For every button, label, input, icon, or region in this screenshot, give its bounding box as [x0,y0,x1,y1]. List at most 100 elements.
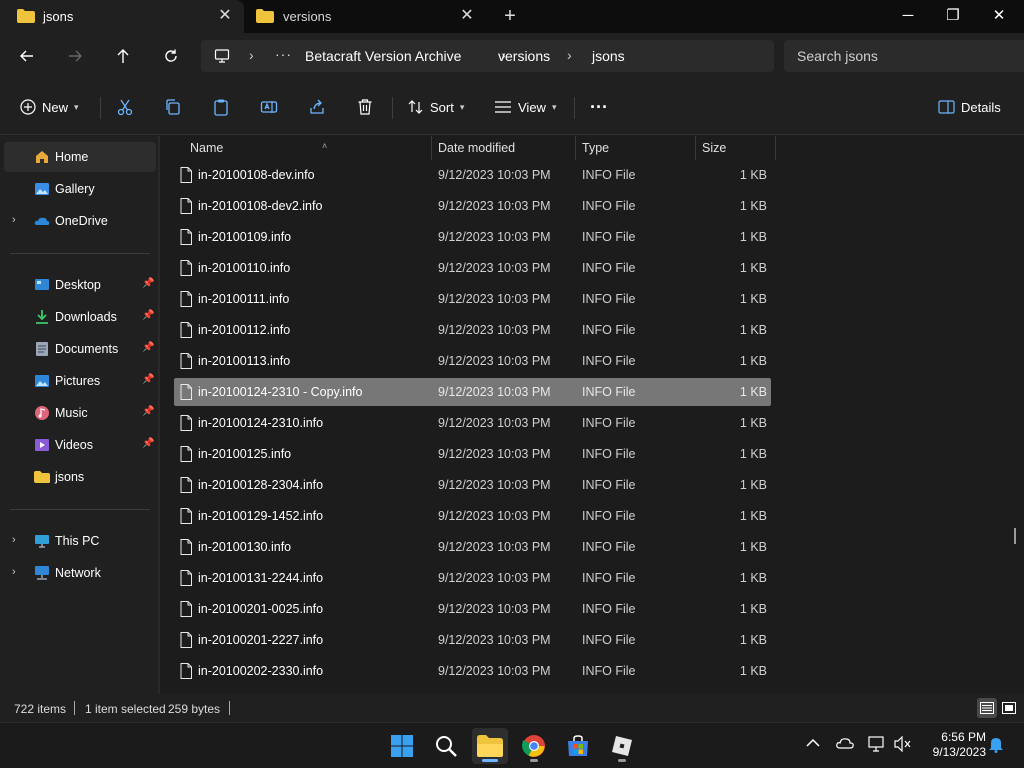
pin-icon[interactable]: 📌 [142,438,154,449]
network-tray-icon[interactable] [868,736,886,755]
search-input[interactable]: Search jsons [784,40,1024,72]
notifications-button[interactable] [988,735,1004,756]
scrollbar-thumb[interactable] [1014,528,1016,544]
file-row[interactable]: in-20100128-2304.info 9/12/2023 10:03 PM I… [174,471,771,499]
sidebar-item-downloads[interactable]: Downloads 📌 [4,302,156,332]
file-date-modified: 9/12/2023 10:03 PM [438,540,551,554]
file-row[interactable]: in-20100125.info 9/12/2023 10:03 PM INFO F… [174,440,771,468]
file-type: INFO File [582,571,636,585]
refresh-button[interactable] [158,43,184,69]
file-row[interactable]: in-20100124-2310 - Copy.info 9/12/2023 10… [174,378,771,406]
file-date-modified: 9/12/2023 10:03 PM [438,447,551,461]
file-row[interactable]: in-20100131-2244.info 9/12/2023 10:03 PM I… [174,564,771,592]
file-row[interactable]: in-20100109.info 9/12/2023 10:03 PM INFO F… [174,223,771,251]
tab-jsons[interactable]: jsons ✕ [0,0,244,33]
maximize-button[interactable]: ❐ [930,0,976,33]
volume-tray-icon[interactable] [894,735,912,755]
tiles-view-toggle[interactable] [999,698,1019,718]
file-row[interactable]: in-20100112.info 9/12/2023 10:03 PM INFO F… [174,316,771,344]
chevron-right-icon[interactable]: › [12,566,16,578]
view-button[interactable]: View ▾ [494,95,556,119]
sidebar-item-home[interactable]: Home [4,142,156,172]
file-row[interactable]: in-20100113.info 9/12/2023 10:03 PM INFO F… [174,347,771,375]
chrome-icon [522,735,545,757]
breadcrumb-overflow[interactable]: ··· [275,46,292,62]
chevron-right-icon[interactable]: › [12,534,16,546]
chevron-right-icon[interactable]: › [12,214,16,226]
copy-button[interactable] [164,95,182,119]
sidebar-item-desktop[interactable]: Desktop 📌 [4,270,156,300]
start-button[interactable] [384,728,420,764]
sidebar-item-gallery[interactable]: Gallery [4,174,156,204]
sidebar-item-network[interactable]: › Network [4,558,156,588]
column-header-name[interactable]: ˄ Name [180,136,432,160]
file-row[interactable]: in-20100108-dev.info 9/12/2023 10:03 PM IN… [174,161,771,189]
paste-button[interactable] [212,95,230,119]
sidebar-item-music[interactable]: Music 📌 [4,398,156,428]
address-bar[interactable]: › ··· Betacraft Version Archive › versio… [201,40,774,72]
file-date-modified: 9/12/2023 10:03 PM [438,199,551,213]
taskbar-file-explorer[interactable] [472,728,508,764]
taskbar-roblox[interactable] [604,728,640,764]
file-row[interactable]: in-20100130.info 9/12/2023 10:03 PM INFO F… [174,533,771,561]
pin-icon[interactable]: 📌 [142,406,154,417]
column-header-size[interactable]: Size [696,136,775,160]
sidebar-item-this-pc[interactable]: › This PC [4,526,156,556]
file-row[interactable]: in-20100110.info 9/12/2023 10:03 PM INFO F… [174,254,771,282]
file-size: 1 KB [739,447,767,461]
sidebar-item-documents[interactable]: Documents 📌 [4,334,156,364]
taskbar-store[interactable] [560,728,596,764]
minimize-button[interactable]: ─ [885,0,931,33]
cut-button[interactable] [116,95,134,119]
close-tab-icon[interactable]: ✕ [458,7,476,25]
gallery-icon [35,183,49,195]
file-row[interactable]: in-20100201-2227.info 9/12/2023 10:03 PM I… [174,626,771,654]
show-hidden-icons-button[interactable] [806,736,820,751]
search-placeholder: Search jsons [797,48,878,64]
sidebar-item-jsons[interactable]: jsons [4,462,156,492]
onedrive-tray-icon[interactable] [836,736,854,753]
close-button[interactable]: ✕ [976,0,1022,33]
sidebar-item-onedrive[interactable]: › OneDrive [4,206,156,236]
sort-button[interactable]: Sort ▾ [408,95,464,119]
pin-icon[interactable]: 📌 [142,374,154,385]
details-view-toggle[interactable] [977,698,997,718]
file-name: in-20100124-2310.info [198,416,324,430]
back-button[interactable] [14,43,40,69]
breadcrumb-betacraft[interactable]: Betacraft Version Archive [305,48,461,64]
column-header-type[interactable]: Type [576,136,695,160]
taskbar-search-button[interactable] [428,728,464,764]
up-button[interactable] [110,43,136,69]
file-row[interactable]: in-20100201-0025.info 9/12/2023 10:03 PM I… [174,595,771,623]
file-row[interactable]: in-20100108-dev2.info 9/12/2023 10:03 PM I… [174,192,771,220]
system-clock[interactable]: 6:56 PM 9/13/2023 [918,730,986,760]
new-button[interactable]: New ▾ [20,95,79,119]
delete-button[interactable] [356,95,374,119]
file-row[interactable]: in-20100202-2330.info 9/12/2023 10:03 PM I… [174,657,771,685]
sidebar-item-videos[interactable]: Videos 📌 [4,430,156,460]
file-size: 1 KB [739,540,767,554]
share-button[interactable] [308,95,326,119]
file-name: in-20100201-0025.info [198,602,324,616]
file-row[interactable]: in-20100129-1452.info 9/12/2023 10:03 PM I… [174,502,771,530]
breadcrumb-versions[interactable]: versions [498,48,550,64]
tab-versions[interactable]: versions ✕ [248,0,486,33]
forward-button[interactable] [62,43,88,69]
file-icon [180,601,192,617]
taskbar-chrome[interactable] [516,728,552,764]
rename-button[interactable] [260,95,278,119]
pin-icon[interactable]: 📌 [142,342,154,353]
details-button[interactable]: Details [938,95,1001,119]
close-tab-icon[interactable]: ✕ [216,7,234,25]
column-header-date[interactable]: Date modified [432,136,575,160]
new-tab-button[interactable]: + [500,6,520,26]
column-divider[interactable] [775,136,776,160]
more-options-button[interactable]: ··· [590,95,608,119]
pin-icon[interactable]: 📌 [142,278,154,289]
file-row[interactable]: in-20100124-2310.info 9/12/2023 10:03 PM I… [174,409,771,437]
details-view-icon [980,702,994,714]
pin-icon[interactable]: 📌 [142,310,154,321]
file-row[interactable]: in-20100111.info 9/12/2023 10:03 PM INFO F… [174,285,771,313]
breadcrumb-jsons[interactable]: jsons [592,48,625,64]
sidebar-item-pictures[interactable]: Pictures 📌 [4,366,156,396]
